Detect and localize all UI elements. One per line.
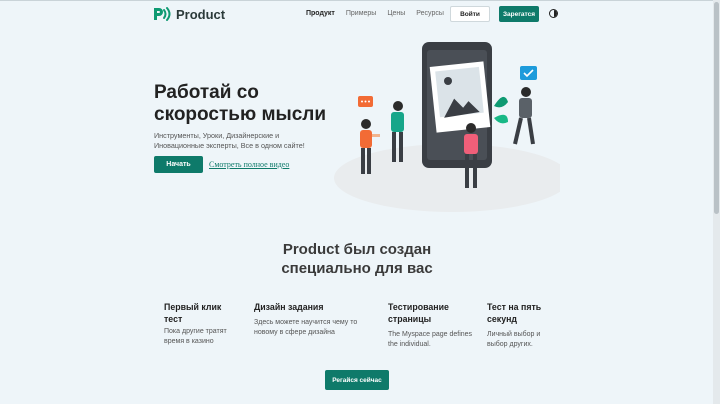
watch-video-link[interactable]: Смотреть полное видео	[209, 160, 289, 169]
nav-item-examples[interactable]: Примеры	[346, 10, 376, 17]
person-right	[513, 87, 535, 145]
hero-title: Работай со скоростью мысли	[154, 82, 327, 125]
brand-name: Product	[176, 6, 226, 22]
feature-five-second-test: Тест на пять секунд Личный выбор и выбор…	[487, 301, 559, 350]
feature-text: The Myspace page defines the individual.	[388, 331, 473, 348]
start-button[interactable]: Начать	[154, 156, 203, 173]
nav-item-prices[interactable]: Цены	[387, 10, 405, 17]
feature-page-testing: Тестирование страницы The Myspace page d…	[388, 301, 476, 350]
signup-now-button[interactable]: Регайся сейчас	[325, 370, 389, 390]
scrollbar-thumb[interactable]	[714, 2, 719, 214]
feature-title: Дизайн задания	[254, 302, 324, 312]
people-with-phones-illustration	[334, 42, 560, 212]
feature-design-tasks: Дизайн задания Здесь можете научится чем…	[254, 301, 374, 338]
main-nav: Продукт Примеры Цены Ресурсы	[306, 10, 455, 17]
feature-title: Тестирование страницы	[388, 302, 449, 324]
section-title: Product был создан специально для вас	[281, 241, 433, 277]
vertical-scrollbar[interactable]	[713, 0, 720, 404]
register-button[interactable]: Зарегатся	[499, 6, 539, 22]
hero-subtitle: Инструменты, Уроки, Дизайнерские и Инова…	[154, 131, 305, 150]
window-top-border	[0, 0, 720, 1]
feature-text: Здесь можете научится чему то новому в с…	[254, 319, 358, 336]
nav-item-resources[interactable]: Ресурсы	[416, 10, 444, 17]
feature-text: Личный выбор и выбор других.	[487, 331, 541, 348]
brand-logo-icon	[154, 7, 171, 21]
brand-logo[interactable]: Product	[153, 6, 225, 22]
feature-first-click: Первый клик тест Пока другие тратят врем…	[164, 301, 236, 347]
feature-title: Первый клик тест	[164, 302, 222, 324]
feature-text: Пока другие тратят время в казино	[164, 328, 227, 345]
nav-item-product[interactable]: Продукт	[306, 10, 335, 17]
feature-title: Тест на пять секунд	[487, 302, 542, 324]
login-button[interactable]: Войти	[450, 6, 490, 22]
phone-screen-graphic	[422, 42, 492, 168]
theme-toggle-icon[interactable]	[549, 9, 558, 18]
